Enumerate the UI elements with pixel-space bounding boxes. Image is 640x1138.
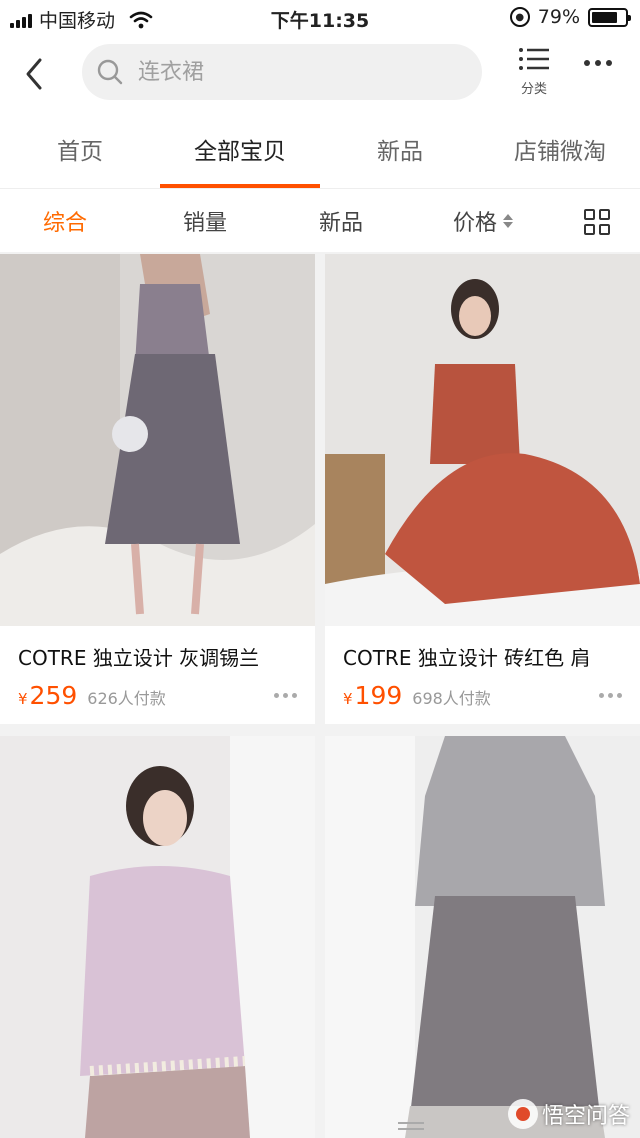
product-price: 259 <box>29 681 78 710</box>
more-icon[interactable] <box>584 60 612 66</box>
list-icon <box>519 48 549 70</box>
tab-all-items[interactable]: 全部宝贝 <box>160 112 320 188</box>
product-title[interactable]: COTRE 独立设计 砖红色 肩 <box>325 626 640 671</box>
search-input[interactable] <box>138 59 438 85</box>
tab-new[interactable]: 新品 <box>320 112 480 188</box>
product-price: 199 <box>354 681 403 710</box>
more-options-icon[interactable] <box>599 693 622 698</box>
price-row: ¥ 259 626人付款 <box>0 671 315 710</box>
sort-bar: 综合 销量 新品 价格 <box>0 188 640 252</box>
product-image[interactable] <box>0 736 315 1138</box>
product-image[interactable] <box>325 736 640 1138</box>
product-card[interactable] <box>0 736 315 1138</box>
search-header: 分类 <box>0 36 640 112</box>
sales-count: 626人付款 <box>87 689 166 708</box>
watermark: 悟空问答 <box>508 1098 630 1130</box>
sort-price-label: 价格 <box>452 210 497 236</box>
category-button[interactable]: 分类 <box>512 46 556 97</box>
product-card[interactable] <box>325 736 640 1138</box>
grid-view-icon[interactable] <box>584 209 610 235</box>
sort-arrows-icon <box>503 213 513 228</box>
tab-home[interactable]: 首页 <box>0 112 160 188</box>
watermark-logo-icon <box>508 1099 538 1129</box>
product-image[interactable] <box>0 254 315 626</box>
store-tabs: 首页 全部宝贝 新品 店铺微淘 <box>0 112 640 188</box>
currency-symbol: ¥ <box>18 690 28 708</box>
search-box[interactable] <box>82 44 482 100</box>
category-label: 分类 <box>520 82 547 97</box>
price-row: ¥ 199 698人付款 <box>325 671 640 710</box>
sort-price[interactable]: 价格 <box>440 205 526 237</box>
watermark-text: 悟空问答 <box>542 1104 631 1129</box>
product-title[interactable]: COTRE 独立设计 灰调锡兰 <box>0 626 315 671</box>
status-bar: 中国移动 下午11:35 ● 79% <box>0 0 640 36</box>
more-options-icon[interactable] <box>274 693 297 698</box>
back-icon[interactable] <box>20 54 50 94</box>
currency-symbol: ¥ <box>343 690 353 708</box>
sort-new[interactable]: 新品 <box>298 205 384 237</box>
wifi-icon <box>129 11 153 28</box>
product-card[interactable]: COTRE 独立设计 砖红色 肩 ¥ 199 698人付款 <box>325 254 640 724</box>
product-card[interactable]: COTRE 独立设计 灰调锡兰 ¥ 259 626人付款 <box>0 254 315 724</box>
scroll-handle <box>398 1122 424 1130</box>
search-icon <box>97 59 123 85</box>
product-image[interactable] <box>325 254 640 626</box>
battery-percent: 79% <box>537 6 580 28</box>
status-right: ● 79% <box>509 6 631 28</box>
sales-count: 698人付款 <box>412 689 491 708</box>
battery-icon <box>588 7 631 27</box>
tab-weitao[interactable]: 店铺微淘 <box>480 112 640 188</box>
signal-icon <box>10 12 32 28</box>
carrier-label: 中国移动 <box>39 10 116 32</box>
status-left: 中国移动 <box>10 6 153 33</box>
rotation-lock-icon: ● <box>509 7 530 27</box>
sort-overall[interactable]: 综合 <box>22 205 108 237</box>
battery-fill <box>592 11 618 23</box>
sort-sales[interactable]: 销量 <box>162 205 248 237</box>
